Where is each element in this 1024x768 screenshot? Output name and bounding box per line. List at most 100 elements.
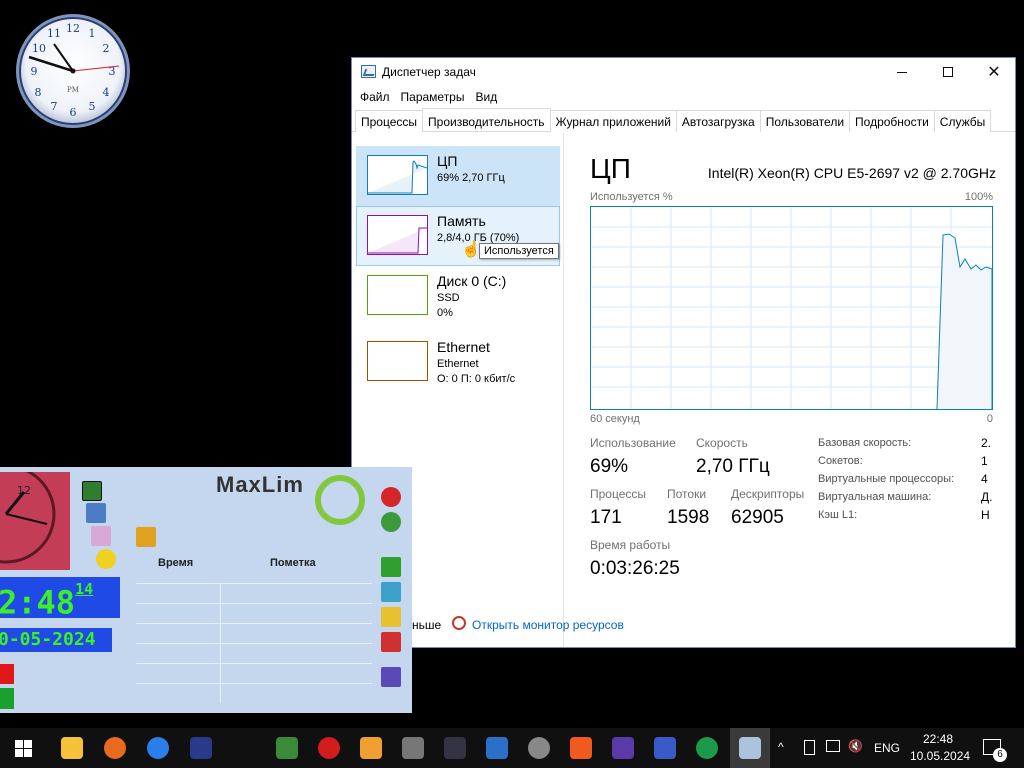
battery-icon[interactable] — [804, 740, 815, 755]
sidebar-item-label: Диск 0 (C:) — [437, 273, 507, 289]
chevron-up-icon[interactable]: ^ — [778, 740, 784, 754]
start-windows-icon[interactable] — [15, 740, 32, 757]
disk-thumbnail-graph — [367, 275, 428, 315]
sidebar-item-label: ЦП — [437, 153, 458, 169]
opera-icon[interactable] — [318, 737, 340, 759]
sidebar-item-detail2: О: 0 П: 0 кбит/с — [437, 373, 516, 385]
clock-face-icon: 12 1 2 3 4 5 6 7 8 9 10 11 PM — [16, 14, 130, 128]
uptime-value: 0:03:26:25 — [590, 558, 680, 579]
tab-performance[interactable]: Производительность — [422, 108, 551, 131]
title-bar[interactable]: Диспетчер задач ✕ — [352, 58, 1015, 86]
edit-pencil-icon[interactable] — [381, 582, 401, 602]
menu-bar: Файл Параметры Вид — [352, 86, 1015, 108]
sidebar-item-cpu[interactable]: ЦП 69% 2,70 ГГц — [356, 146, 560, 206]
graph-label: Используется % — [590, 191, 673, 203]
minimize-icon — [897, 71, 907, 73]
cpu-heading: ЦП — [590, 153, 631, 184]
maxlim-date: 0-05-2024 — [0, 628, 112, 652]
sidebar-item-memory[interactable]: Память 2,8/4,0 ГБ (70%) Используется ☝ — [356, 206, 560, 266]
time-value: 2:48 — [0, 583, 76, 622]
firefox-icon[interactable] — [104, 737, 126, 759]
handles-value: 62905 — [731, 507, 784, 528]
tools-icon[interactable] — [486, 737, 508, 759]
analog-clock-gadget[interactable]: 12 1 2 3 4 5 6 7 8 9 10 11 PM — [14, 12, 132, 130]
list-row-line — [136, 583, 372, 584]
maxlim-logo-icon — [315, 475, 365, 525]
cpu-thumbnail-graph — [367, 155, 428, 195]
zl-icon[interactable] — [276, 737, 298, 759]
opera-gx-icon[interactable] — [696, 737, 718, 759]
active-app-highlight[interactable] — [730, 728, 770, 768]
menu-file[interactable]: Файл — [360, 86, 397, 108]
tooltip: Используется — [479, 243, 559, 259]
tab-details[interactable]: Подробности — [849, 110, 935, 132]
taskbar-clock[interactable]: 22:48 10.05.2024 — [910, 731, 970, 765]
close-x-icon[interactable] — [82, 481, 102, 501]
sidebar-item-label: Память — [437, 213, 486, 229]
graph-max: 100% — [964, 191, 993, 203]
back-arrow-icon[interactable] — [86, 503, 106, 523]
app-icon[interactable] — [190, 737, 212, 759]
open-resource-monitor-link[interactable]: Открыть монитор ресурсов — [472, 618, 624, 632]
base-speed-label: Базовая скорость: — [818, 437, 912, 449]
file-explorer-icon[interactable] — [61, 737, 83, 759]
svg-text:PM: PM — [67, 86, 79, 94]
svg-text:7: 7 — [51, 100, 58, 113]
game-icon[interactable] — [402, 737, 424, 759]
maxlim-widget[interactable]: 12 MaxLim 2:4814 0-05-2024 Время Пометка — [0, 467, 412, 713]
usage-value: 69% — [590, 456, 629, 477]
svg-text:12: 12 — [66, 22, 80, 35]
red-indicator[interactable] — [0, 664, 14, 684]
green-indicator[interactable] — [0, 688, 14, 709]
sidebar-item-ethernet[interactable]: Ethernet Ethernet О: 0 П: 0 кбит/с — [356, 332, 560, 392]
menu-view[interactable]: Вид — [475, 86, 504, 108]
add-plus-icon[interactable] — [381, 557, 401, 577]
tab-users[interactable]: Пользователи — [759, 110, 851, 132]
maxlim-analog-clock: 12 — [0, 467, 70, 570]
chromium-icon[interactable] — [147, 737, 169, 759]
tab-services[interactable]: Службы — [933, 110, 992, 132]
taskbar: ^ 🔇 ENG 22:48 10.05.2024 6 — [0, 728, 1024, 768]
sidebar-item-disk[interactable]: Диск 0 (C:) SSD 0% — [356, 266, 560, 326]
info-icon[interactable] — [381, 487, 401, 507]
fewer-details-link[interactable]: ньше — [412, 618, 441, 632]
app-icon[interactable] — [444, 737, 466, 759]
resource-monitor-icon — [452, 616, 466, 630]
app-icon[interactable] — [654, 737, 676, 759]
app-icon[interactable] — [612, 737, 634, 759]
svg-text:5: 5 — [89, 100, 96, 113]
tab-app-history[interactable]: Журнал приложений — [549, 110, 677, 132]
tab-processes[interactable]: Процессы — [355, 110, 424, 132]
language-indicator[interactable]: ENG — [874, 741, 900, 755]
tab-startup[interactable]: Автозагрузка — [675, 110, 761, 132]
media-player-icon[interactable] — [360, 737, 382, 759]
forward-arrow-icon[interactable] — [381, 632, 401, 652]
svg-text:2: 2 — [103, 42, 110, 55]
volume-icon[interactable]: 🔇 — [848, 739, 863, 753]
settings-gear-icon[interactable] — [381, 512, 401, 532]
tab-strip: Процессы Производительность Журнал прило… — [352, 108, 1015, 132]
list-row-line — [136, 623, 372, 624]
virtual-processors-value: 4 — [981, 472, 988, 486]
maximize-button[interactable] — [925, 58, 971, 86]
menu-options[interactable]: Параметры — [401, 86, 472, 108]
maxlim-digital-time: 2:4814 — [0, 577, 120, 622]
task-manager-window[interactable]: Диспетчер задач ✕ Файл Параметры Вид Про… — [351, 57, 1016, 648]
network-icon[interactable] — [826, 740, 840, 752]
alarm-clock-icon[interactable] — [96, 549, 116, 569]
house-alert-icon[interactable] — [136, 527, 156, 547]
virtual-machine-label: Виртуальная машина: — [818, 491, 932, 503]
sidebar-item-detail: Ethernet — [437, 358, 479, 370]
sidebar-item-detail: SSD — [437, 292, 460, 304]
svg-text:4: 4 — [103, 86, 110, 99]
delete-minus-icon[interactable] — [381, 607, 401, 627]
minimize-button[interactable] — [879, 58, 925, 86]
calendar-icon[interactable] — [91, 526, 111, 546]
brave-icon[interactable] — [570, 737, 592, 759]
save-disk-icon[interactable] — [381, 667, 401, 687]
list-row-line — [136, 663, 372, 664]
close-button[interactable]: ✕ — [971, 58, 1015, 86]
clock-app-icon[interactable] — [528, 737, 550, 759]
speed-value: 2,70 ГГц — [696, 456, 770, 477]
usage-label: Использование — [590, 436, 676, 450]
